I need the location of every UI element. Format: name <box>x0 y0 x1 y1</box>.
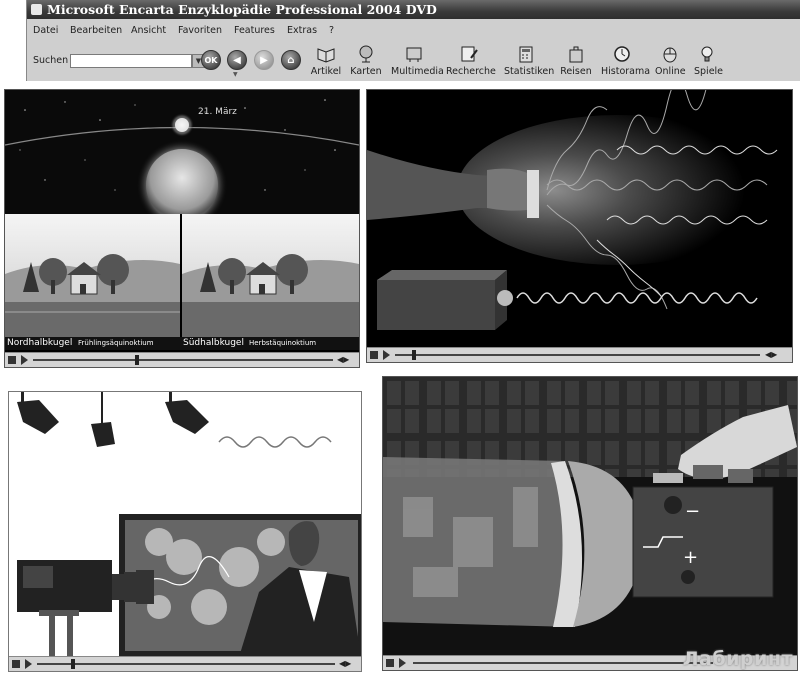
back-button[interactable]: ◀ <box>227 50 247 70</box>
clock-icon <box>612 44 632 64</box>
app-icon <box>31 4 42 15</box>
light-waves-media-panel: ◀▶ <box>366 89 793 363</box>
space-scene <box>5 90 359 214</box>
date-label: 21. März <box>198 107 237 117</box>
step-buttons[interactable]: ◀▶ <box>765 350 777 359</box>
toolbar-artikel[interactable]: Artikel <box>310 44 342 77</box>
progress-thumb[interactable] <box>412 350 416 360</box>
play-button[interactable] <box>383 350 390 360</box>
caption-north-sub: Frühlingsäquinoktium <box>78 339 154 347</box>
equinox-media-panel: 21. März Nordhalbkugel Frühlingsäquinokt… <box>4 89 360 368</box>
caption-south: Südhalbkugel <box>183 338 244 348</box>
flashlight-scene: − + <box>383 377 797 656</box>
progress-thumb[interactable] <box>135 355 139 365</box>
menu-bearbeiten[interactable]: Bearbeiten <box>70 25 122 36</box>
flashlight-media-panel: − + Лабиринт <box>382 376 798 671</box>
menu-ansicht[interactable]: Ansicht <box>131 25 166 36</box>
menu-help[interactable]: ? <box>329 25 334 36</box>
arrow-right-icon: ▶ <box>260 55 268 66</box>
watermark: Лабиринт <box>682 648 793 670</box>
research-icon <box>459 44 479 64</box>
play-button[interactable] <box>399 658 406 668</box>
globe-icon <box>356 44 376 64</box>
step-buttons[interactable]: ◀▶ <box>339 659 351 668</box>
toolbar-multimedia[interactable]: Multimedia <box>391 44 444 77</box>
stop-button[interactable] <box>12 660 20 668</box>
encarta-window: Microsoft Encarta Enzyklopädie Professio… <box>26 0 800 81</box>
progress-track[interactable] <box>37 663 335 665</box>
step-buttons[interactable]: ◀▶ <box>337 355 349 364</box>
equinox-captions: Nordhalbkugel Frühlingsäquinoktium Südha… <box>5 337 359 350</box>
search-label: Suchen <box>33 55 69 66</box>
menu-datei[interactable]: Datei <box>33 25 58 36</box>
mouse-icon <box>660 44 680 64</box>
forward-button[interactable]: ▶ <box>254 50 274 70</box>
search-input[interactable] <box>70 54 192 68</box>
history-dropdown-icon[interactable]: ▼ <box>233 71 238 78</box>
window-title: Microsoft Encarta Enzyklopädie Professio… <box>47 2 437 17</box>
home-icon: ⌂ <box>287 55 295 66</box>
search-toolbar: Suchen ▼ OK ◀ ▼ ▶ ⌂ Artikel Karten Multi… <box>27 44 800 81</box>
home-button[interactable]: ⌂ <box>281 50 301 70</box>
play-button[interactable] <box>21 355 28 365</box>
play-button[interactable] <box>25 659 32 669</box>
calculator-icon <box>516 44 536 64</box>
toolbar-online[interactable]: Online <box>655 44 686 77</box>
menu-features[interactable]: Features <box>234 25 275 36</box>
menu-bar: Datei Bearbeiten Ansicht Favoriten Featu… <box>27 22 800 40</box>
progress-thumb[interactable] <box>71 659 75 669</box>
menu-extras[interactable]: Extras <box>287 25 317 36</box>
suitcase-icon <box>566 44 586 64</box>
projector-media-controls: ◀▶ <box>9 656 361 671</box>
caption-south-sub: Herbstäquinoktium <box>249 339 317 347</box>
toolbar-historama[interactable]: Historama <box>601 44 650 77</box>
menu-favoriten[interactable]: Favoriten <box>178 25 222 36</box>
ok-button[interactable]: OK <box>201 50 221 70</box>
stop-button[interactable] <box>8 356 16 364</box>
book-icon <box>316 44 336 64</box>
lightbulb-icon <box>697 44 717 64</box>
stop-button[interactable] <box>386 659 394 667</box>
multimedia-icon <box>404 44 424 64</box>
progress-track[interactable] <box>395 354 760 356</box>
light-waves-media-controls: ◀▶ <box>367 347 792 362</box>
projector-scene <box>9 392 361 657</box>
toolbar-karten[interactable]: Karten <box>349 44 383 77</box>
light-waves-scene <box>367 90 792 348</box>
caption-north: Nordhalbkugel <box>7 338 73 348</box>
landscape-scenes <box>5 214 359 337</box>
equinox-media-controls: ◀▶ <box>5 352 359 367</box>
toolbar-statistiken[interactable]: Statistiken <box>504 44 554 77</box>
svg-text:−: − <box>685 501 700 522</box>
toolbar-spiele[interactable]: Spiele <box>694 44 723 77</box>
svg-text:+: + <box>683 547 698 568</box>
title-bar: Microsoft Encarta Enzyklopädie Professio… <box>27 0 800 19</box>
stop-button[interactable] <box>370 351 378 359</box>
toolbar-recherche[interactable]: Recherche <box>446 44 496 77</box>
toolbar-reisen[interactable]: Reisen <box>560 44 592 77</box>
projector-media-panel: ◀▶ <box>8 391 362 672</box>
arrow-left-icon: ◀ <box>233 55 241 66</box>
progress-track[interactable] <box>413 662 713 664</box>
progress-track[interactable] <box>33 359 333 361</box>
